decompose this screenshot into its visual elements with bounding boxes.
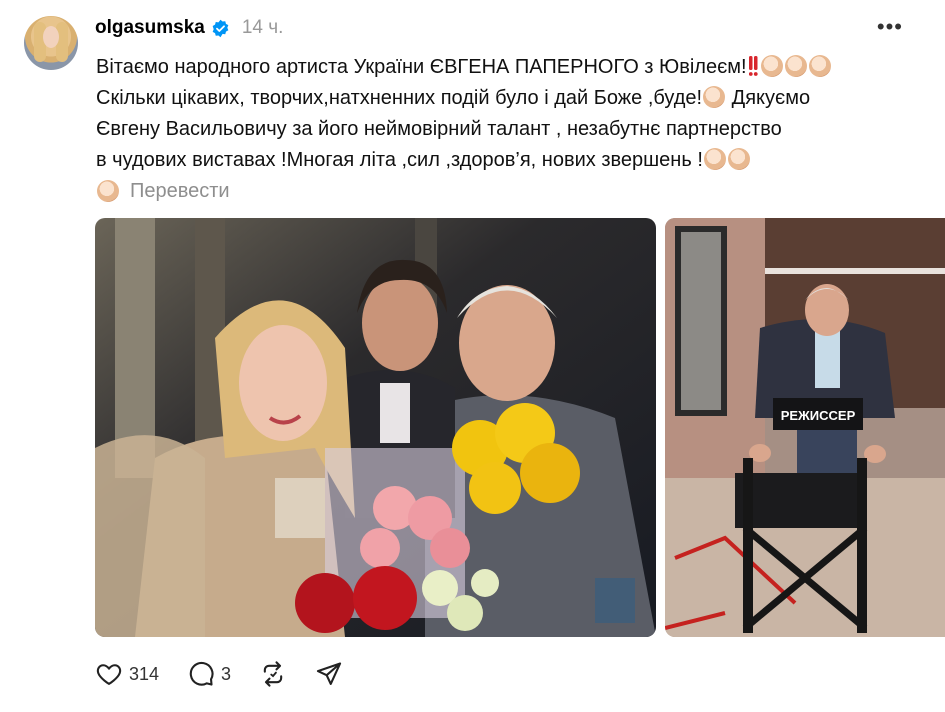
pray-emoji-icon [703,86,726,108]
double-exclamation-icon [748,55,758,77]
post-header: olgasumska 14 ч. [95,14,283,42]
clap-emoji-icon [703,148,726,170]
like-button[interactable]: 314 [95,660,159,688]
clap-emoji-icon [727,148,750,170]
post-line-3: Євгену Васильовичу за його неймовірний т… [96,118,782,140]
verified-badge-icon [211,19,230,38]
translate-row: Перевести [96,176,230,206]
clap-emoji-icon [808,55,831,77]
repost-button[interactable] [259,660,287,688]
chair-label: РЕЖИССЕР [781,408,856,423]
post-line-1: Вітаємо народного артиста України ЄВГЕНА… [96,52,926,83]
avatar[interactable] [24,16,78,70]
comment-icon [187,660,215,688]
post-time: 14 ч. [241,17,284,38]
post-photo-2[interactable]: РЕЖИССЕР [665,218,945,637]
repost-icon [259,660,287,688]
comment-count: 3 [221,663,232,684]
post-photo-1[interactable] [95,218,656,637]
username[interactable]: olgasumska [95,17,205,39]
translate-link[interactable]: Перевести [130,180,230,203]
clap-emoji-icon [784,55,807,77]
more-options-icon[interactable]: ••• [877,14,903,40]
post-line-4: в чудових виставах !Многая літа ,сил ,зд… [96,145,926,176]
comment-button[interactable]: 3 [187,660,231,688]
heart-icon [95,660,123,688]
post-text: Вітаємо народного артиста України ЄВГЕНА… [96,52,926,176]
post-line-2: Скільки цікавих, творчих,натхненних поді… [96,86,811,109]
action-bar: 314 3 [95,656,371,692]
like-count: 314 [129,663,160,684]
share-icon [315,660,343,688]
clap-emoji-icon [760,55,783,77]
share-button[interactable] [315,660,343,688]
clap-emoji-icon [97,180,119,202]
